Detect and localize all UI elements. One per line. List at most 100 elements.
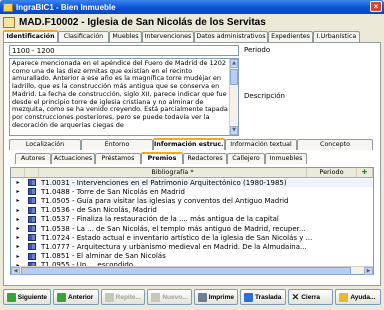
imprime-button[interactable]: Imprime <box>194 289 238 305</box>
row-text: T1.0724 - Estado actual e inventario art… <box>41 233 313 242</box>
hscroll-thumb[interactable] <box>21 267 351 275</box>
grid-header: Bibliografía * Periodo ✚ <box>11 168 373 178</box>
row-text: T1.0537 - Finaliza la restauración de la… <box>41 215 279 224</box>
book-icon <box>28 206 36 214</box>
table-row[interactable]: ▸ T1.0724 - Estado actual e inventario ar… <box>11 233 373 242</box>
scroll-up-icon[interactable]: ▲ <box>230 59 238 68</box>
anterior-label: Anterior <box>68 293 94 301</box>
row-pointer-icon: ▸ <box>16 206 20 214</box>
grid-body: ▸ T1.0031 - Intervenciones en el Patrimon… <box>11 178 373 270</box>
tab-informacion-estructurada[interactable]: Información estruc... <box>153 138 225 150</box>
grid-header-icon-col <box>25 168 39 177</box>
window-title: IngraBIC1 - Bien Inmueble <box>16 2 116 12</box>
subtab-callejero[interactable]: Callejero <box>227 153 265 164</box>
repeat-icon <box>104 292 114 302</box>
window-titlebar: IngraBIC1 - Bien Inmueble × <box>0 0 384 14</box>
table-row[interactable]: ▸ T1.0505 - Guía para visitar las iglesia… <box>11 196 373 205</box>
row-pointer-icon: ▸ <box>16 197 20 205</box>
tab-concepto[interactable]: Concepto <box>297 139 373 150</box>
table-row[interactable]: ▸ T1.0538 - La ... de San Nicolás, el tem… <box>11 224 373 233</box>
prev-arrow-icon <box>57 292 66 302</box>
tab-informacion-textual[interactable]: Información textual <box>225 139 297 150</box>
repetir-button[interactable]: Repite... <box>100 289 146 305</box>
tab-clasificacion[interactable]: Clasificación <box>58 31 109 42</box>
row-pointer-icon: ▸ <box>16 215 20 223</box>
traslada-button[interactable]: Traslada <box>240 289 286 305</box>
tab-intervenciones[interactable]: Intervenciones <box>142 31 194 42</box>
nuevo-label: Nuevo... <box>162 293 188 301</box>
top-tabbar: Identificación Clasificación Muebles Int… <box>3 30 360 42</box>
ayuda-label: Ayuda... <box>350 293 376 301</box>
imprime-label: Imprime <box>208 293 234 301</box>
book-icon <box>28 197 36 205</box>
tab-datos-administrativos[interactable]: Datos administrativos <box>194 31 268 42</box>
tab-i-urbanistica[interactable]: I.Urbanística <box>313 31 360 42</box>
row-pointer-icon: ▸ <box>16 243 20 251</box>
book-icon <box>28 179 36 187</box>
row-text: T1.0031 - Intervenciones en el Patrimoni… <box>39 178 373 187</box>
row-text: T1.0505 - Guía para visitar las iglesias… <box>41 196 289 205</box>
row-pointer-icon: ▸ <box>16 188 20 196</box>
transfer-icon <box>244 292 253 302</box>
ayuda-button[interactable]: Ayuda... <box>335 289 381 305</box>
tab-entorno[interactable]: Entorno <box>81 139 153 150</box>
record-title: MAD.F10002 - Iglesia de San Nicolás de l… <box>19 17 266 28</box>
book-icon <box>28 252 36 260</box>
anterior-button[interactable]: Anterior <box>53 289 99 305</box>
row-text: T1.0851 - El alminar de San Nicolás <box>41 252 166 261</box>
grid-hscrollbar[interactable]: ◀ ▶ <box>11 266 373 275</box>
table-row[interactable]: ▸ T1.0536 - de San Nicolás, Madrid <box>11 206 373 215</box>
book-icon <box>28 215 36 223</box>
next-arrow-icon <box>7 292 16 302</box>
row-pointer-icon: ▸ <box>16 179 20 187</box>
tab-muebles[interactable]: Muebles <box>109 31 142 42</box>
window-close-icon[interactable]: × <box>370 1 382 12</box>
table-row[interactable]: ▸ T1.0537 - Finaliza la restauración de l… <box>11 215 373 224</box>
printer-icon <box>198 292 207 302</box>
descripcion-label: Descripción <box>244 92 285 100</box>
table-row[interactable]: ▸ T1.0031 - Intervenciones en el Patrimon… <box>11 178 373 187</box>
subtab-inmuebles[interactable]: Inmuebles <box>265 153 307 164</box>
app-icon <box>3 2 13 12</box>
book-icon <box>28 234 36 242</box>
scroll-left-icon[interactable]: ◀ <box>11 267 20 275</box>
descripcion-textarea[interactable]: Aparece mencionada en el apéndice del Fu… <box>9 58 239 136</box>
book-icon <box>28 188 36 196</box>
cierra-button[interactable]: ✕ Cierra <box>287 289 334 305</box>
siguiente-button[interactable]: Siguiente <box>3 289 51 305</box>
table-row[interactable]: ▸ T1.0488 - Torre de San Nicolás en Madri… <box>11 187 373 196</box>
table-row[interactable]: ▸ T1.0851 - El alminar de San Nicolás <box>11 252 373 261</box>
subtab-actuaciones[interactable]: Actuaciones <box>51 153 95 164</box>
row-text: T1.0536 - de San Nicolás, Madrid <box>41 206 157 215</box>
nuevo-button[interactable]: Nuevo... <box>147 289 192 305</box>
subtab-redactores[interactable]: Redactores <box>183 153 227 164</box>
subtab-premios[interactable]: Premios <box>141 152 183 164</box>
row-pointer-icon: ▸ <box>16 234 20 242</box>
tab-identificacion[interactable]: Identificación <box>3 30 58 42</box>
subtab-prestamos[interactable]: Préstamos <box>95 153 141 164</box>
record-header: MAD.F10002 - Iglesia de San Nicolás de l… <box>3 16 381 29</box>
tab-expedientes[interactable]: Expedientes <box>268 31 313 42</box>
periodo-input[interactable]: 1100 - 1200 <box>9 45 239 56</box>
scroll-down-icon[interactable]: ▼ <box>230 126 238 135</box>
mid-tabbar: Localización Entorno Información estruc.… <box>9 138 373 150</box>
grid-header-selector <box>11 168 25 177</box>
tab-localizacion[interactable]: Localización <box>9 139 81 150</box>
grid-header-action-icon[interactable]: ✚ <box>357 168 373 177</box>
grid-header-periodo[interactable]: Periodo <box>307 168 357 177</box>
row-text: T1.0488 - Torre de San Nicolás en Madrid <box>41 187 185 196</box>
subtab-autores[interactable]: Autores <box>15 153 51 164</box>
bottom-toolbar: Siguiente Anterior Repite... Nuevo... Im… <box>3 289 381 307</box>
book-icon <box>28 225 36 233</box>
grid-header-bibliografia[interactable]: Bibliografía * <box>39 168 307 177</box>
scroll-right-icon[interactable]: ▶ <box>364 267 373 275</box>
descripcion-scrollbar[interactable]: ▲ ▼ <box>229 59 238 135</box>
scroll-thumb[interactable] <box>230 69 238 85</box>
table-row[interactable]: ▸ T1.0777 - Arquitectura y urbanismo medi… <box>11 242 373 251</box>
book-icon <box>28 243 36 251</box>
help-icon <box>339 292 349 302</box>
bibliografia-grid: Bibliografía * Periodo ✚ ▸ T1.0031 - Inte… <box>10 167 374 275</box>
periodo-label: Periodo <box>244 46 271 54</box>
close-x-icon: ✕ <box>291 291 300 302</box>
sub-tabbar: Autores Actuaciones Préstamos Premios Re… <box>15 152 307 164</box>
